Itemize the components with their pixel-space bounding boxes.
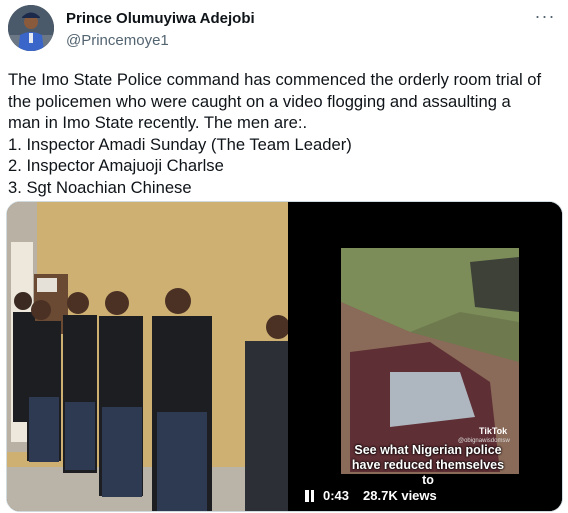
tweet-media: TikTok @obignawisdomsw See what Nigerian… [6, 201, 563, 512]
tweet-text: The Imo State Police command has commenc… [8, 69, 564, 198]
tiktok-video-player[interactable]: TikTok @obignawisdomsw See what Nigerian… [290, 202, 562, 511]
video-views: 28.7K views [363, 488, 437, 503]
tiktok-watermark: TikTok [479, 426, 508, 436]
tweet-header: Prince Olumuyiwa Adejobi @Princemoye1 ··… [8, 5, 560, 55]
tweet-text-line: 3. Sgt Noachian Chinese [8, 177, 192, 197]
video-caption: See what Nigerian police have reduced th… [348, 443, 508, 488]
tweet-text-line: man in Imo State recently. The men are:. [8, 113, 308, 132]
video-caption-line: have reduced themselves [351, 458, 505, 472]
video-controls: 0:43 28.7K views [304, 488, 437, 503]
tweet-text-line: the policemen who were caught on a video… [8, 91, 511, 111]
tweet-text-line: 1. Inspector Amadi Sunday (The Team Lead… [8, 134, 352, 154]
author-display-name[interactable]: Prince Olumuyiwa Adejobi [66, 10, 255, 27]
more-options-icon[interactable]: ··· [532, 7, 558, 29]
video-caption-line: See what Nigerian police [354, 443, 502, 457]
author-avatar[interactable] [8, 5, 54, 51]
pause-icon[interactable] [304, 489, 315, 502]
tweet-text-line: 2. Inspector Amajuoji Charlse [8, 156, 224, 175]
policemen-lineup-photo[interactable] [7, 202, 288, 511]
tweet-text-line: The Imo State Police command has commenc… [8, 70, 542, 89]
police-officer-avatar-image [8, 5, 54, 51]
author-handle[interactable]: @Princemoye1 [66, 32, 169, 49]
video-time: 0:43 [323, 488, 350, 503]
video-caption-line: to [422, 473, 434, 487]
